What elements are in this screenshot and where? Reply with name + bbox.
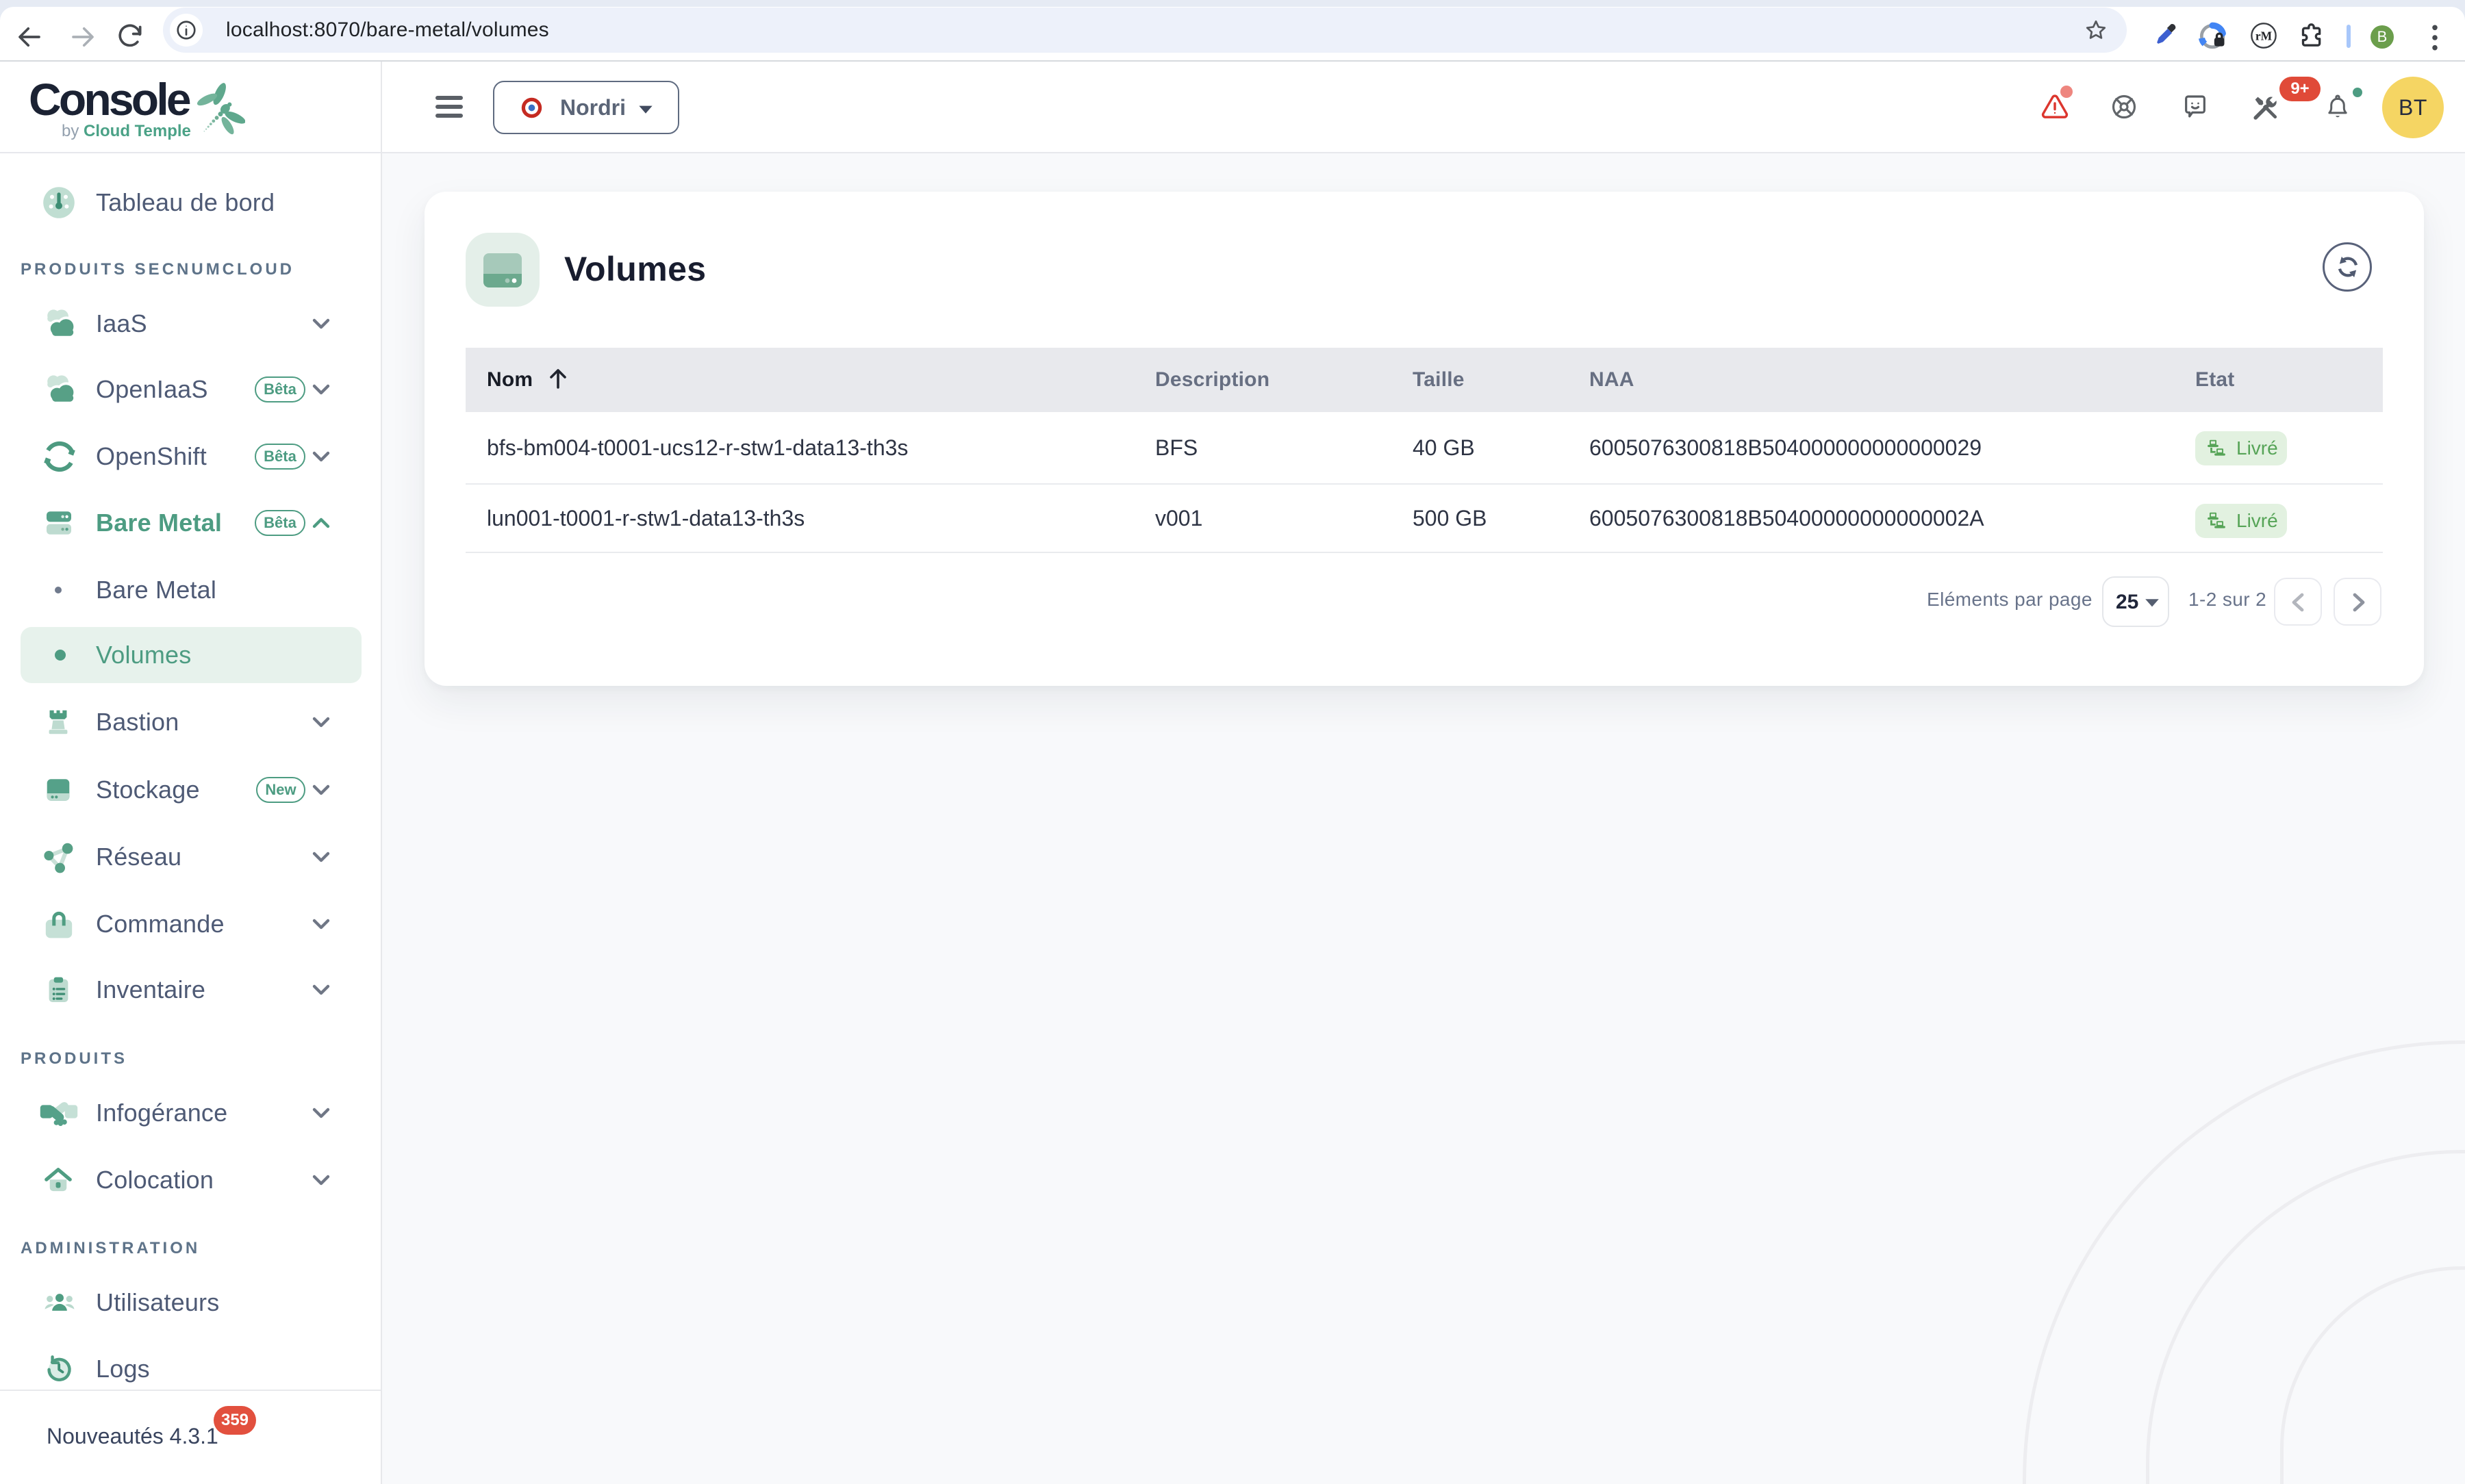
svg-text:rM: rM (2255, 29, 2273, 42)
